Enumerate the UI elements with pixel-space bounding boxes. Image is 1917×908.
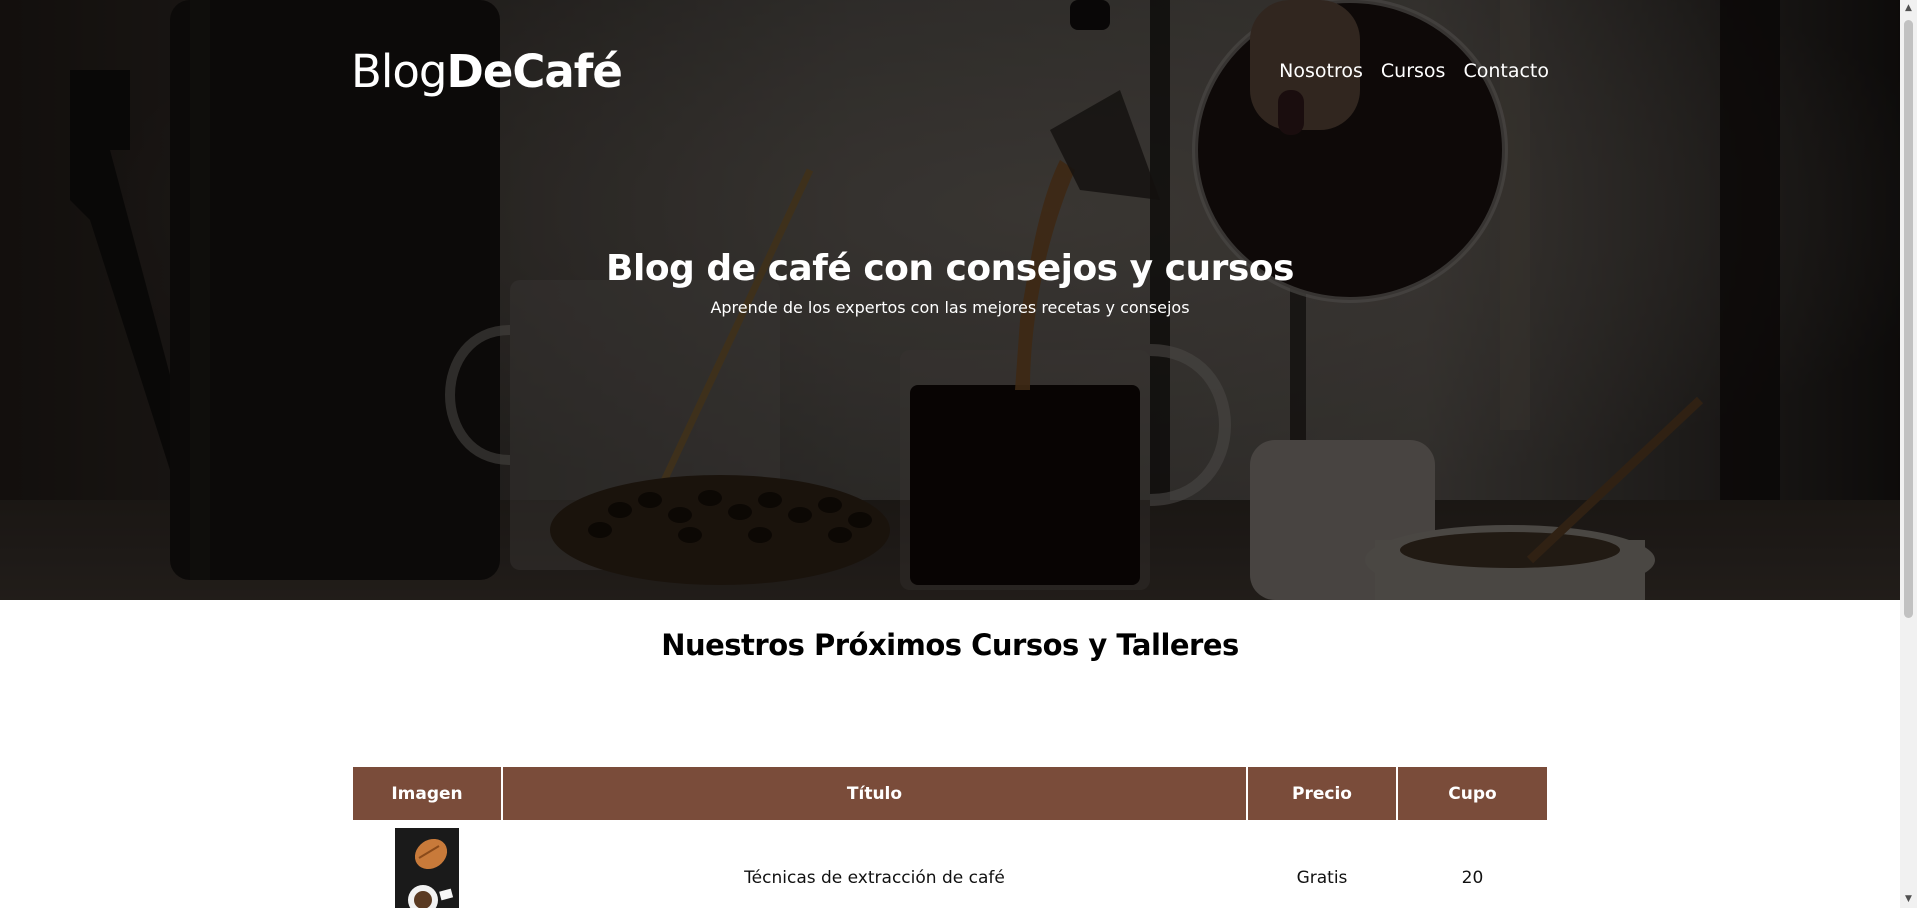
courses-table-header-row: Imagen Título Precio Cupo	[353, 767, 1547, 820]
logo-text-bold: DeCafé	[446, 44, 622, 98]
site-logo[interactable]: BlogDeCafé	[351, 44, 623, 98]
main-nav: Nosotros Cursos Contacto	[1279, 60, 1549, 82]
hero-section: BlogDeCafé Nosotros Cursos Contacto Blog…	[0, 0, 1900, 600]
logo-text-light: Blog	[351, 44, 447, 98]
table-row: Técnicas de extracción de café Gratis 20	[353, 820, 1547, 908]
chevron-up-icon[interactable]: ▲	[1900, 0, 1917, 17]
hero-title: Blog de café con consejos y cursos	[606, 248, 1294, 289]
course-thumbnail-image	[395, 828, 459, 908]
nav-link-cursos[interactable]: Cursos	[1381, 60, 1446, 82]
page: BlogDeCafé Nosotros Cursos Contacto Blog…	[0, 0, 1917, 908]
column-header-precio: Precio	[1248, 767, 1396, 820]
scrollbar-thumb[interactable]	[1904, 20, 1913, 618]
hero-subtitle: Aprende de los expertos con las mejores …	[710, 298, 1190, 317]
courses-table: Imagen Título Precio Cupo Técnicas de ex…	[351, 767, 1549, 908]
course-price-cell: Gratis	[1296, 868, 1348, 888]
site-header: BlogDeCafé Nosotros Cursos Contacto	[351, 38, 1549, 104]
column-header-cupo: Cupo	[1398, 767, 1547, 820]
vertical-scrollbar[interactable]: ▲ ▼	[1900, 0, 1917, 908]
course-capacity-cell: 20	[1461, 868, 1484, 888]
column-header-titulo: Título	[503, 767, 1246, 820]
chevron-down-icon[interactable]: ▼	[1900, 891, 1917, 908]
course-image-cell	[353, 820, 501, 908]
course-title-cell: Técnicas de extracción de café	[744, 868, 1005, 888]
nav-link-nosotros[interactable]: Nosotros	[1279, 60, 1363, 82]
column-header-imagen: Imagen	[353, 767, 501, 820]
courses-section-title: Nuestros Próximos Cursos y Talleres	[661, 628, 1239, 662]
hero-text: Blog de café con consejos y cursos Apren…	[0, 248, 1900, 317]
nav-link-contacto[interactable]: Contacto	[1463, 60, 1549, 82]
